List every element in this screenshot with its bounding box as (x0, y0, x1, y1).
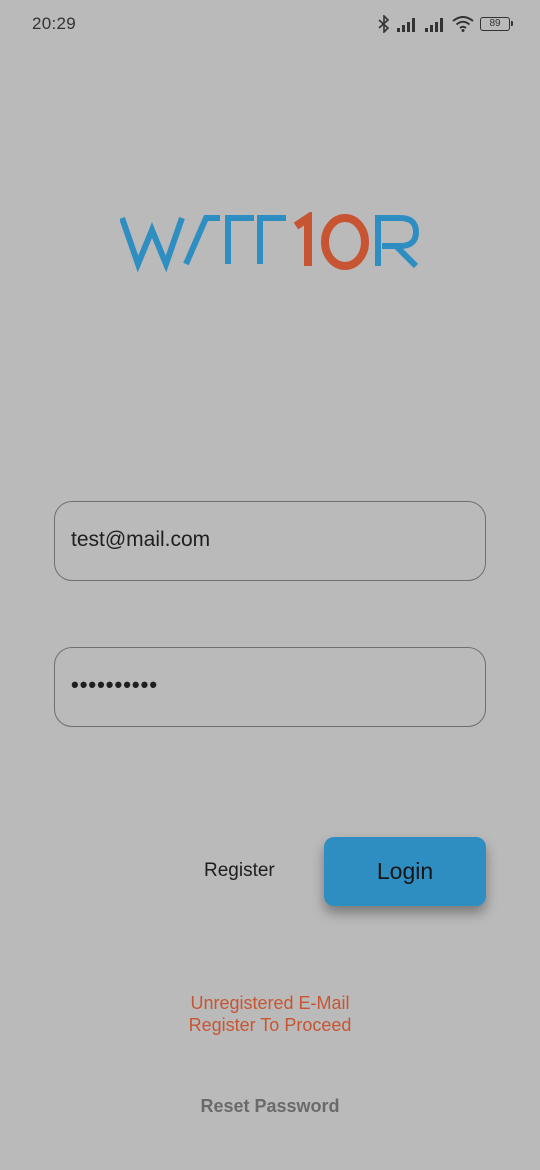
password-value: •••••••••• (71, 672, 159, 697)
login-label: Login (376, 858, 434, 884)
status-icons: 89 (378, 14, 513, 34)
status-bar: 20:29 89 (0, 0, 540, 48)
reset-password-link[interactable]: Reset Password (0, 1096, 540, 1117)
login-button[interactable]: Login (324, 837, 486, 906)
email-field[interactable]: test@mail.com (54, 501, 486, 581)
error-line-2: Register To Proceed (188, 1015, 352, 1035)
email-value: test@mail.com (71, 528, 211, 551)
password-field[interactable]: •••••••••• (54, 647, 486, 727)
error-message: Unregistered E-Mail Register To Proceed (0, 992, 540, 1036)
signal-icon (425, 18, 443, 32)
signal-icon (397, 18, 415, 32)
error-line-1: Unregistered E-Mail (190, 993, 350, 1013)
app-logo (120, 212, 420, 272)
bluetooth-icon (378, 15, 390, 33)
wifi-icon (452, 16, 474, 32)
register-button[interactable]: Register (204, 860, 275, 882)
battery-icon: 89 (480, 17, 513, 31)
status-time: 20:29 (32, 14, 77, 33)
